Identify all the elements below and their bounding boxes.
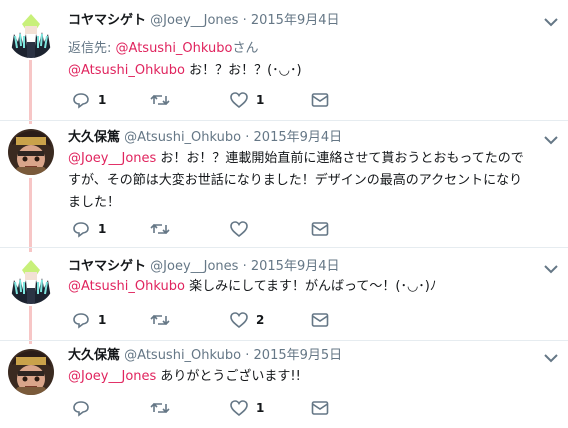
- tweet-header: 大久保篤 @Atsushi_Ohkubo · 2015年9月5日: [68, 347, 342, 365]
- reply-icon: [73, 401, 89, 417]
- separator-dot: ·: [245, 130, 250, 145]
- retweet-button[interactable]: [150, 398, 178, 418]
- separator-dot: ·: [242, 259, 247, 274]
- like-button[interactable]: [230, 219, 256, 239]
- tweet-actions: 1 1: [68, 90, 368, 110]
- envelope-icon: [311, 313, 329, 327]
- tweet[interactable]: 大久保篤 @Atsushi_Ohkubo · 2015年9月4日 @Joey__…: [0, 121, 568, 247]
- mention-link[interactable]: @Atsushi_Ohkubo: [68, 63, 185, 78]
- mention-link[interactable]: @Joey__Jones: [68, 369, 156, 384]
- tweet-text-content: ありがとうございます!!: [156, 369, 301, 384]
- retweet-icon: [150, 314, 170, 326]
- tweet-date[interactable]: 2015年9月4日: [251, 13, 340, 28]
- chevron-down-icon[interactable]: [544, 17, 558, 27]
- retweet-icon: [150, 94, 170, 106]
- tweet[interactable]: コヤマシゲト @Joey__Jones · 2015年9月4日 返信先: @At…: [0, 0, 568, 120]
- tweet-text-content: お！？お！？(･◡･): [184, 63, 302, 78]
- tweet-text-content: お！お！？連載開始直前に連絡させて貰おうとおもってたので: [156, 151, 524, 166]
- like-button[interactable]: 2: [230, 310, 264, 330]
- tweet[interactable]: 大久保篤 @Atsushi_Ohkubo · 2015年9月5日 @Joey__…: [0, 341, 568, 428]
- reply-icon: [73, 222, 89, 238]
- direct-message-button[interactable]: [311, 90, 329, 110]
- reply-icon: [73, 313, 89, 329]
- tweet-header: コヤマシゲト @Joey__Jones · 2015年9月4日: [68, 258, 340, 276]
- reply-count: 1: [98, 222, 107, 236]
- separator-dot: ·: [242, 13, 247, 28]
- tweet-text-content: 楽しみにしてます！がんばって〜！(･◡･)ﾉ: [184, 279, 437, 294]
- reply-suffix: さん: [232, 41, 259, 56]
- like-button[interactable]: 1: [230, 398, 264, 418]
- tweet-text: @Joey__Jones お！お！？連載開始直前に連絡させて貰おうとおもってたの…: [68, 148, 560, 214]
- like-button[interactable]: 1: [230, 90, 264, 110]
- retweet-icon: [150, 223, 170, 235]
- envelope-icon: [311, 93, 329, 107]
- reply-mention-link[interactable]: @Atsushi_Ohkubo: [116, 41, 233, 56]
- display-name[interactable]: 大久保篤: [68, 130, 120, 145]
- tweet-text: @Atsushi_Ohkubo お！？お！？(･◡･): [68, 60, 560, 82]
- retweet-button[interactable]: [150, 90, 178, 110]
- like-count: 1: [256, 401, 265, 415]
- tweet-header: コヤマシゲト @Joey__Jones · 2015年9月4日: [68, 12, 340, 30]
- tweet[interactable]: コヤマシゲト @Joey__Jones · 2015年9月4日 @Atsushi…: [0, 248, 568, 340]
- reply-label: 返信先:: [68, 41, 112, 56]
- heart-icon: [230, 92, 248, 109]
- tweet-actions: 1: [68, 219, 368, 239]
- user-handle[interactable]: @Joey__Jones: [150, 13, 238, 28]
- display-name[interactable]: コヤマシゲト: [68, 259, 146, 274]
- avatar[interactable]: [8, 129, 54, 175]
- heart-icon: [230, 312, 248, 329]
- chevron-down-icon[interactable]: [544, 264, 558, 274]
- tweet-date[interactable]: 2015年9月4日: [251, 259, 340, 274]
- retweet-button[interactable]: [150, 310, 178, 330]
- user-handle[interactable]: @Atsushi_Ohkubo: [124, 130, 241, 145]
- chevron-down-icon[interactable]: [544, 353, 558, 363]
- tweet-text: @Joey__Jones ありがとうございます!!: [68, 366, 560, 388]
- display-name[interactable]: 大久保篤: [68, 348, 120, 363]
- mention-link[interactable]: @Atsushi_Ohkubo: [68, 279, 185, 294]
- reply-count: 1: [98, 313, 107, 327]
- mention-link[interactable]: @Joey__Jones: [68, 151, 156, 166]
- avatar[interactable]: [8, 258, 54, 304]
- retweet-icon: [150, 402, 170, 414]
- tweet-date[interactable]: 2015年9月4日: [254, 130, 343, 145]
- reply-context: 返信先: @Atsushi_Ohkuboさん: [68, 37, 259, 56]
- retweet-button[interactable]: [150, 219, 178, 239]
- envelope-icon: [311, 222, 329, 236]
- tweet-text-line: ました！: [68, 195, 121, 210]
- display-name[interactable]: コヤマシゲト: [68, 13, 146, 28]
- heart-icon: [230, 400, 248, 417]
- separator-dot: ·: [245, 348, 250, 363]
- reply-button[interactable]: 1: [72, 90, 106, 110]
- tweet-actions: 1 2: [68, 310, 368, 330]
- reply-button[interactable]: [72, 398, 98, 418]
- user-handle[interactable]: @Atsushi_Ohkubo: [124, 348, 241, 363]
- direct-message-button[interactable]: [311, 219, 329, 239]
- tweet-date[interactable]: 2015年9月5日: [254, 348, 343, 363]
- reply-icon: [73, 93, 89, 109]
- like-count: 2: [256, 313, 265, 327]
- user-handle[interactable]: @Joey__Jones: [150, 259, 238, 274]
- tweet-text-line: すが、その節は大変お世話になりました！デザインの最高のアクセントになり: [68, 173, 523, 188]
- direct-message-button[interactable]: [311, 310, 329, 330]
- chevron-down-icon[interactable]: [544, 135, 558, 145]
- reply-button[interactable]: 1: [72, 219, 106, 239]
- tweet-actions: 1: [68, 398, 368, 418]
- tweet-text-line: @Joey__Jones お！お！？連載開始直前に連絡させて貰おうとおもってたの…: [68, 148, 560, 170]
- tweet-header: 大久保篤 @Atsushi_Ohkubo · 2015年9月4日: [68, 129, 342, 147]
- envelope-icon: [311, 401, 329, 415]
- like-count: 1: [256, 93, 265, 107]
- direct-message-button[interactable]: [311, 398, 329, 418]
- tweet-text: @Atsushi_Ohkubo 楽しみにしてます！がんばって〜！(･◡･)ﾉ: [68, 276, 560, 298]
- heart-icon: [230, 221, 248, 238]
- reply-count: 1: [98, 93, 107, 107]
- reply-button[interactable]: 1: [72, 310, 106, 330]
- avatar[interactable]: [8, 12, 54, 58]
- avatar[interactable]: [8, 349, 54, 395]
